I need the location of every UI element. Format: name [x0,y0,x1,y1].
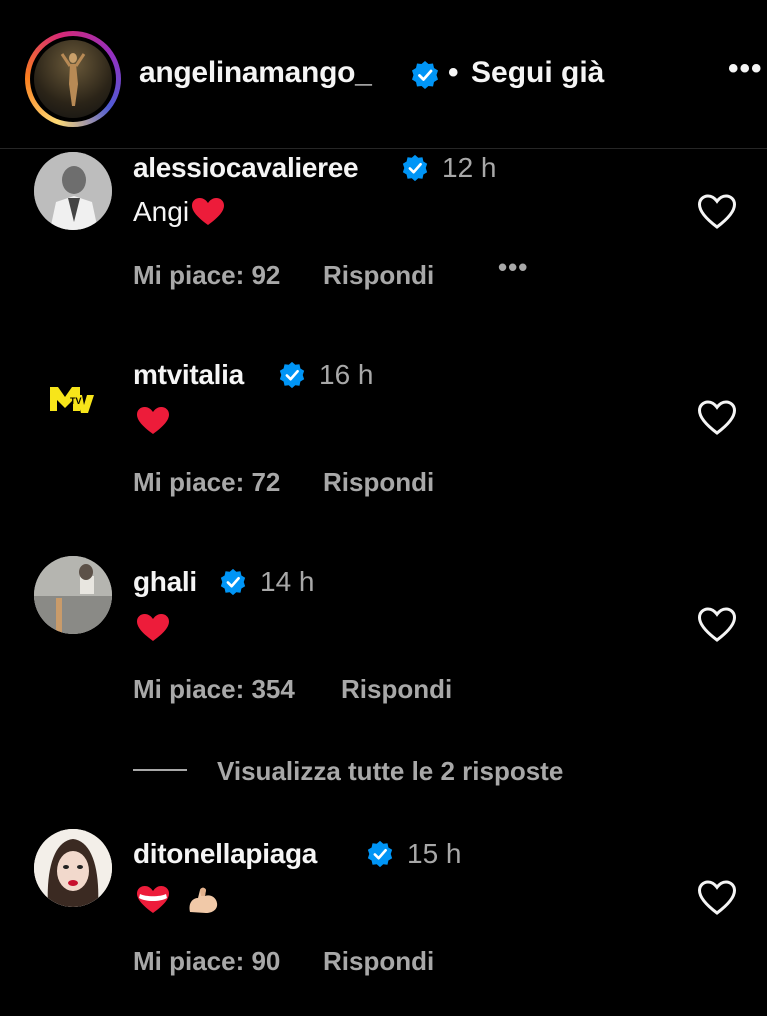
avatar [34,40,112,118]
red-heart-emoji-icon [137,406,169,434]
reply-button[interactable]: Rispondi [323,467,434,498]
person-avatar-icon [34,556,112,634]
reply-button[interactable]: Rispondi [323,946,434,977]
svg-text:TV: TV [70,396,82,406]
avatar-figure-icon [60,53,86,106]
more-options-button[interactable]: ••• [728,52,763,86]
comment-item: ditonellapiaga 15 h Mi piace: 90 Rispond… [0,826,767,1016]
comment-text: Angi [133,196,225,228]
comment-text [133,882,220,916]
comment-likes-count[interactable]: Mi piace: 354 [133,674,295,705]
view-replies-label: Visualizza tutte le 2 risposte [217,756,564,786]
comment-text-content: Angi [133,196,190,227]
verified-badge-icon [402,154,428,182]
reply-button[interactable]: Rispondi [323,260,434,291]
red-heart-emoji-icon [192,197,225,225]
heart-outline-icon[interactable] [697,880,737,916]
following-button[interactable]: Segui già [471,56,604,90]
person-avatar-icon [34,152,112,230]
verified-badge-icon [279,361,305,389]
comment-timestamp: 15 h [407,838,462,869]
comment-timestamp: 14 h [260,566,315,597]
comment-more-button[interactable]: ••• [498,252,528,283]
verified-badge-icon [367,840,393,868]
comment-username[interactable]: ditonellapiaga [133,838,317,870]
white-red-heart-emoji-icon [137,885,169,913]
heart-outline-icon[interactable] [697,194,737,230]
comment-timestamp: 16 h [319,359,374,390]
comment-item: ghali 14 h Mi piace: 354 Rispondi [0,554,767,744]
person-avatar-icon [34,829,112,907]
post-author-username[interactable]: angelinamango_ [139,56,372,90]
post-header: angelinamango_ • Segui già ••• [0,0,767,150]
comment-likes-count[interactable]: Mi piace: 90 [133,946,280,977]
separator-dot: • [448,56,459,89]
verified-badge-icon [220,568,246,596]
flexed-biceps-emoji-icon [189,887,217,913]
comment-text [133,610,170,643]
heart-outline-icon[interactable] [697,400,737,436]
avatar[interactable] [34,829,112,907]
avatar[interactable] [34,152,112,230]
mtv-logo-icon: TV [50,387,94,413]
comment-username[interactable]: ghali [133,566,197,598]
verified-badge-icon [412,61,438,89]
comment-timestamp: 12 h [442,152,497,183]
comment-likes-count[interactable]: Mi piace: 92 [133,260,280,291]
reply-button[interactable]: Rispondi [341,674,452,705]
comment-likes-count[interactable]: Mi piace: 72 [133,467,280,498]
comment-username[interactable]: alessiocavalieree [133,152,359,184]
comment-item: TV mtvitalia 16 h Mi piace: 72 Rispondi [0,347,767,537]
comment-username[interactable]: mtvitalia [133,359,244,391]
replies-line [133,769,187,771]
avatar[interactable] [34,556,112,634]
comment-text [133,403,170,436]
comment-item: alessiocavalieree 12 h Angi Mi piace: 92… [0,140,767,330]
heart-outline-icon[interactable] [697,607,737,643]
avatar[interactable]: TV [34,359,112,437]
red-heart-emoji-icon [137,613,169,641]
story-ring-avatar[interactable] [25,31,121,127]
